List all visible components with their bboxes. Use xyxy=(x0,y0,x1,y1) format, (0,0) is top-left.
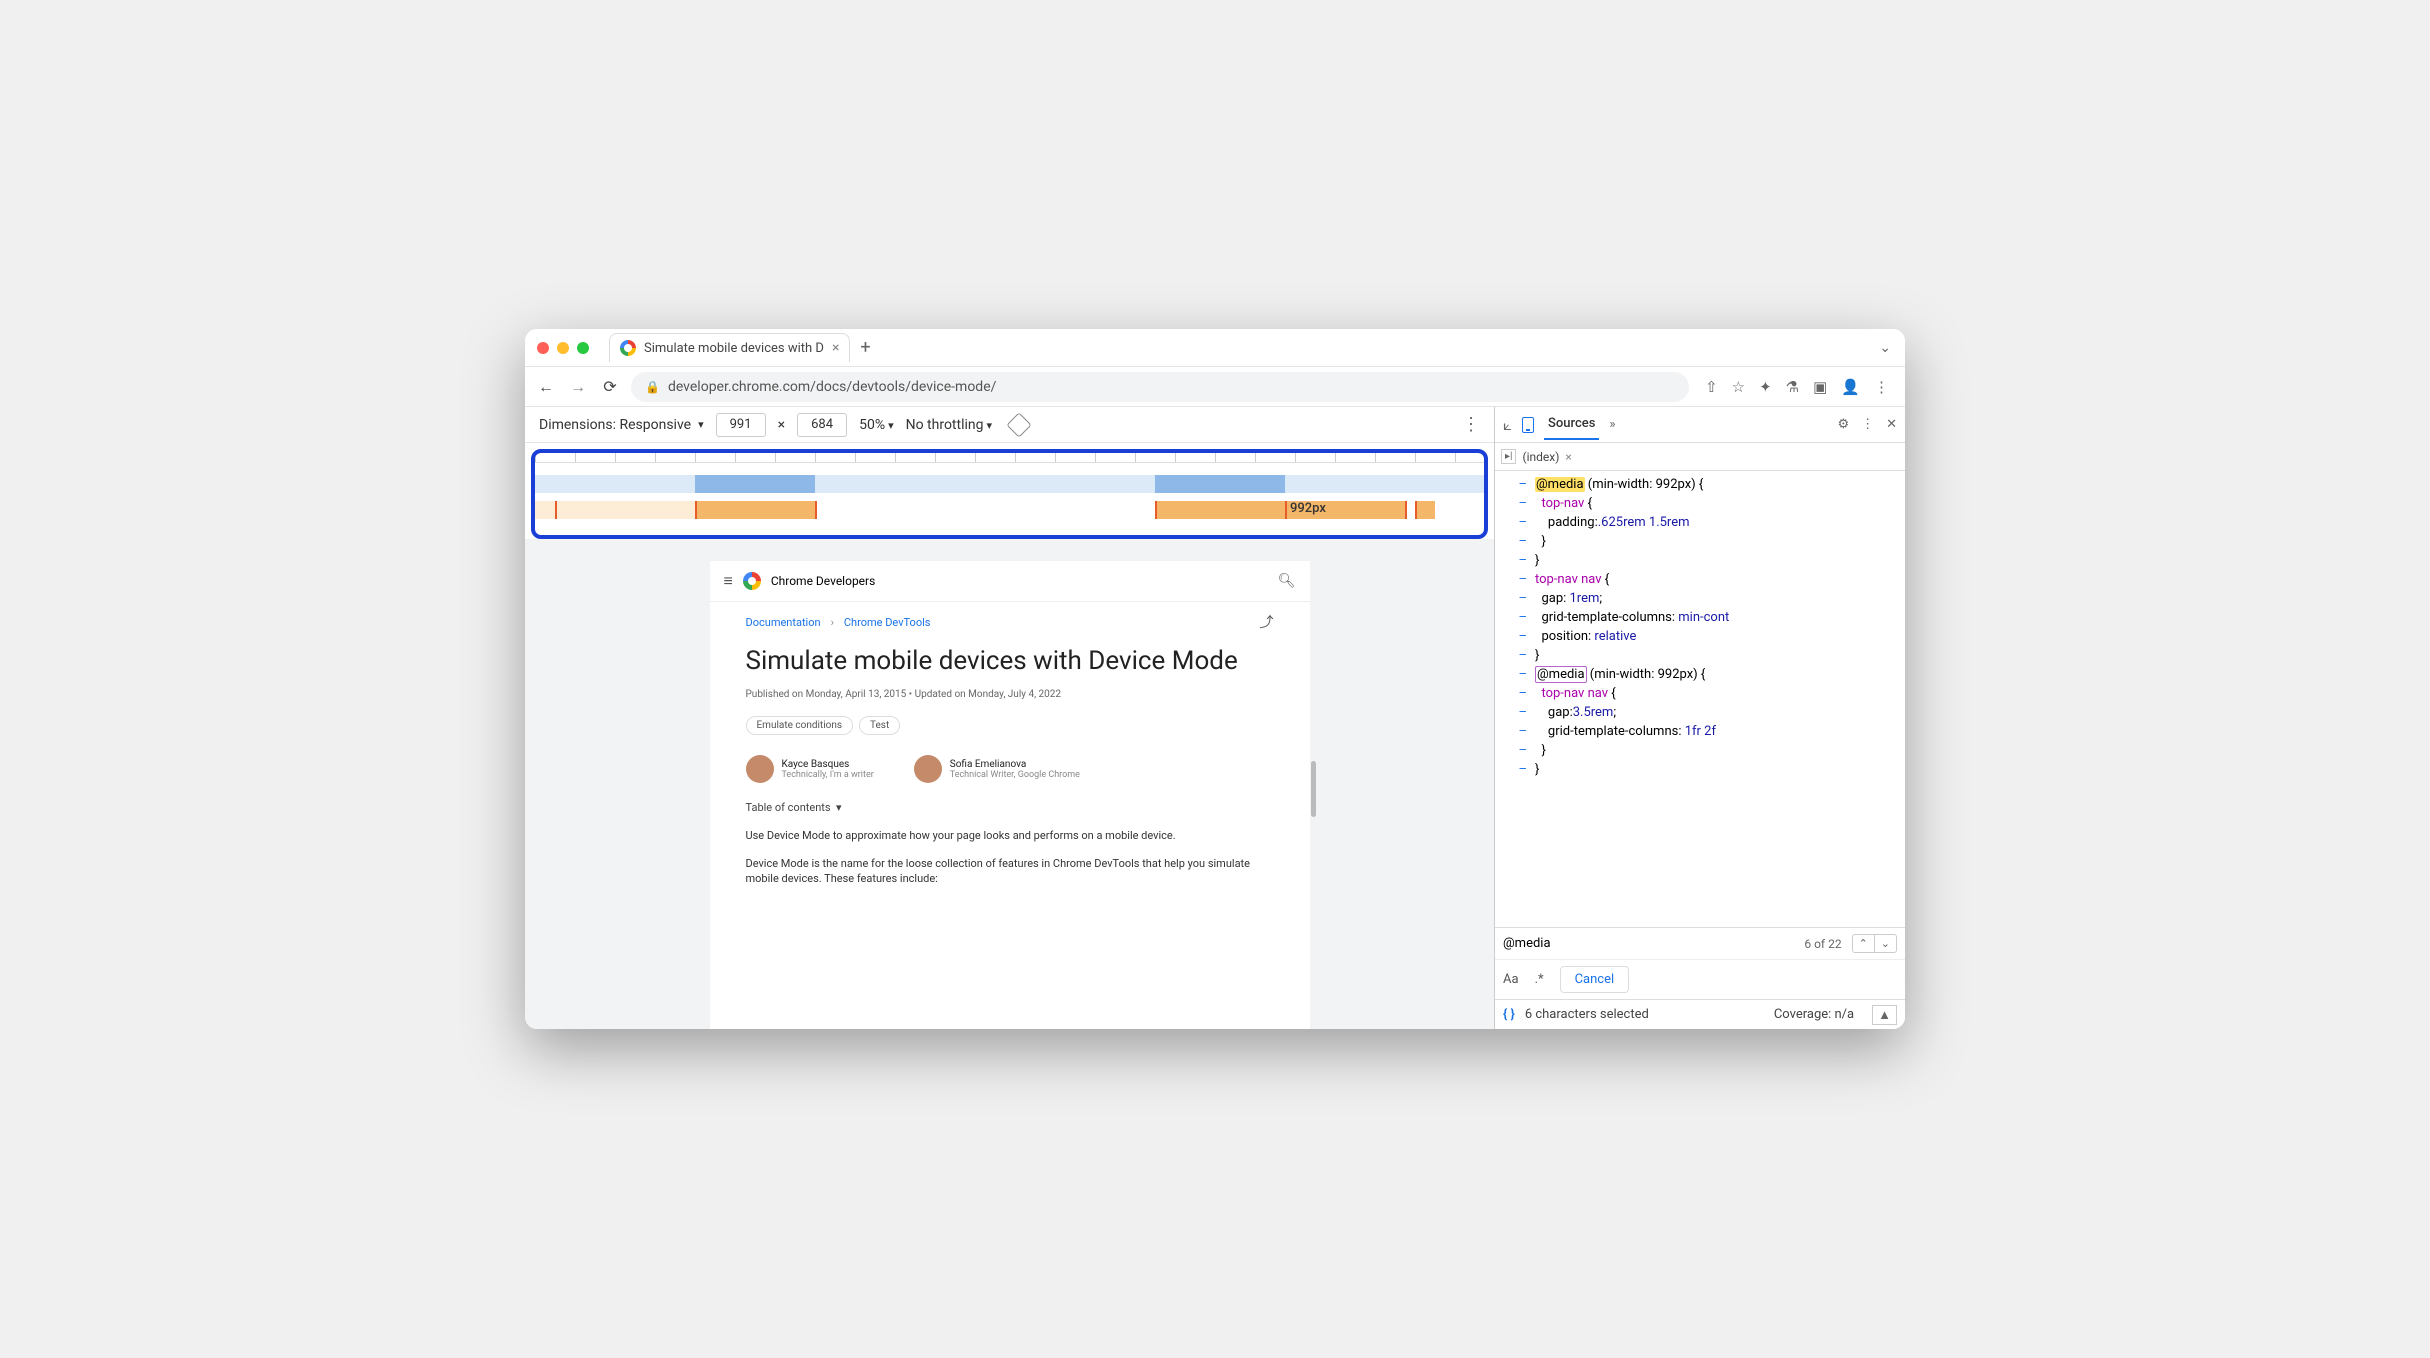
cancel-button[interactable]: Cancel xyxy=(1560,966,1630,993)
breadcrumb: Documentation › Chrome DevTools ⤴ xyxy=(710,602,1310,642)
width-input[interactable] xyxy=(716,413,766,437)
height-input[interactable] xyxy=(797,413,847,437)
regex-toggle[interactable]: .* xyxy=(1535,972,1544,987)
back-button[interactable]: ← xyxy=(535,377,557,397)
code-editor[interactable]: –@media (min-width: 992px) {– top-nav {–… xyxy=(1495,471,1905,927)
lock-icon: 🔒 xyxy=(645,380,660,394)
site-name: Chrome Developers xyxy=(771,574,875,588)
tag-emulate[interactable]: Emulate conditions xyxy=(746,716,854,735)
status-bar: { } 6 characters selected Coverage: n/a … xyxy=(1495,999,1905,1029)
inspect-element-button[interactable]: ⟀ xyxy=(1503,416,1512,434)
window-titlebar: Simulate mobile devices with D × + ⌄ xyxy=(525,329,1905,367)
window-minimize-button[interactable] xyxy=(557,342,569,354)
avatar xyxy=(746,755,774,783)
devtools-panel: ⟀ Sources » ⚙ ⋮ ✕ ▸| (index) × –@media (… xyxy=(1495,407,1905,1029)
paragraph: Use Device Mode to approximate how your … xyxy=(710,820,1310,847)
device-toggle-button[interactable] xyxy=(1522,417,1534,433)
ruler xyxy=(535,453,1484,463)
paragraph: Device Mode is the name for the loose co… xyxy=(710,848,1310,891)
media-bar-blue-bg[interactable] xyxy=(535,475,1484,493)
find-count: 6 of 22 xyxy=(1804,937,1841,951)
pretty-print-icon[interactable]: { } xyxy=(1503,1007,1515,1022)
author-2: Sofia EmelianovaTechnical Writer, Google… xyxy=(914,755,1080,783)
bookmark-icon[interactable]: ☆ xyxy=(1732,378,1745,396)
match-case-toggle[interactable]: Aa xyxy=(1503,972,1519,987)
find-next-button[interactable]: ⌄ xyxy=(1875,935,1896,952)
address-bar: ← → ⟳ 🔒 developer.chrome.com/docs/devtoo… xyxy=(525,367,1905,407)
window-close-button[interactable] xyxy=(537,342,549,354)
media-bar-orange-1[interactable] xyxy=(695,501,815,519)
rendered-page[interactable]: ≡ Chrome Developers 🔍︎ Documentation › C… xyxy=(710,561,1310,1029)
devtools-menu-button[interactable]: ⋮ xyxy=(1861,417,1874,432)
debugger-play-icon[interactable]: ▸| xyxy=(1501,449,1516,464)
crumb-devtools[interactable]: Chrome DevTools xyxy=(844,616,931,629)
media-bar-blue-2[interactable] xyxy=(1155,475,1285,493)
window-zoom-button[interactable] xyxy=(577,342,589,354)
chrome-logo-icon xyxy=(743,572,761,590)
settings-gear-icon[interactable]: ⚙ xyxy=(1837,417,1849,432)
profile-icon[interactable]: 👤 xyxy=(1841,378,1860,396)
rotate-button[interactable] xyxy=(1006,412,1031,437)
close-tab-button[interactable]: × xyxy=(832,340,839,356)
media-bar-blue-1[interactable] xyxy=(695,475,815,493)
dimensions-dropdown[interactable]: Dimensions: Responsive xyxy=(539,417,704,433)
drawer-toggle-button[interactable]: ▲ xyxy=(1872,1005,1897,1025)
zoom-dropdown[interactable]: 50% xyxy=(859,417,894,433)
close-devtools-button[interactable]: ✕ xyxy=(1886,417,1897,432)
media-bar-orange-3[interactable] xyxy=(1415,501,1435,519)
media-tick xyxy=(1285,501,1287,519)
more-tabs-button[interactable]: » xyxy=(1609,417,1615,432)
media-tick xyxy=(695,501,697,519)
crumb-documentation[interactable]: Documentation xyxy=(746,616,821,629)
tag-test[interactable]: Test xyxy=(859,716,900,735)
extensions-icon[interactable]: ✦ xyxy=(1759,378,1772,396)
find-bar: 6 of 22 ⌃ ⌄ xyxy=(1495,927,1905,959)
page-meta: Published on Monday, April 13, 2015 • Up… xyxy=(710,681,1310,708)
media-query-bars[interactable]: 992px xyxy=(531,449,1488,539)
chrome-favicon-icon xyxy=(620,340,636,356)
tabs-dropdown-button[interactable]: ⌄ xyxy=(1879,340,1891,356)
sources-tab[interactable]: Sources xyxy=(1544,409,1599,440)
media-tick xyxy=(1415,501,1417,519)
tab-title: Simulate mobile devices with D xyxy=(644,341,824,356)
author-1: Kayce BasquesTechnically, I'm a writer xyxy=(746,755,874,783)
new-tab-button[interactable]: + xyxy=(860,337,870,358)
side-panel-icon[interactable]: ▣ xyxy=(1813,378,1827,396)
scrollbar-thumb[interactable] xyxy=(1311,761,1316,817)
media-query-label: 992px xyxy=(1290,501,1326,516)
url-text: developer.chrome.com/docs/devtools/devic… xyxy=(668,379,996,395)
media-tick xyxy=(815,501,817,519)
media-bar-orange-2[interactable] xyxy=(1155,501,1405,519)
hamburger-icon[interactable]: ≡ xyxy=(724,571,733,591)
chrome-menu-button[interactable]: ⋮ xyxy=(1874,378,1889,396)
media-tick xyxy=(1405,501,1407,519)
device-viewport: ≡ Chrome Developers 🔍︎ Documentation › C… xyxy=(525,539,1494,1029)
selection-status: 6 characters selected xyxy=(1525,1007,1649,1022)
url-input[interactable]: 🔒 developer.chrome.com/docs/devtools/dev… xyxy=(631,372,1689,402)
media-tick xyxy=(1155,501,1157,519)
find-input[interactable] xyxy=(1503,936,1794,951)
page-title: Simulate mobile devices with Device Mode xyxy=(710,642,1310,681)
forward-button[interactable]: → xyxy=(567,377,589,397)
device-toolbar-menu[interactable]: ⋮ xyxy=(1462,414,1480,435)
find-prev-button[interactable]: ⌃ xyxy=(1853,935,1875,952)
share-icon[interactable]: ⇧ xyxy=(1705,378,1718,396)
close-source-tab[interactable]: × xyxy=(1565,450,1571,464)
coverage-status: Coverage: n/a xyxy=(1774,1007,1854,1022)
table-of-contents[interactable]: Table of contents ▾ xyxy=(710,795,1310,820)
reload-button[interactable]: ⟳ xyxy=(599,377,621,396)
device-toolbar: Dimensions: Responsive × 50% No throttli… xyxy=(525,407,1494,443)
throttling-dropdown[interactable]: No throttling xyxy=(906,417,992,433)
media-tick xyxy=(555,501,557,519)
source-tab-index[interactable]: (index) xyxy=(1522,450,1559,464)
media-bar-orange-light-1[interactable] xyxy=(535,501,695,519)
chevron-right-icon: › xyxy=(831,616,834,629)
avatar xyxy=(914,755,942,783)
dimension-separator: × xyxy=(778,417,785,433)
share-icon[interactable]: ⤴ xyxy=(1260,612,1274,632)
labs-icon[interactable]: ⚗ xyxy=(1786,378,1799,396)
search-icon[interactable]: 🔍︎ xyxy=(1278,573,1296,589)
browser-tab[interactable]: Simulate mobile devices with D × xyxy=(609,333,850,362)
